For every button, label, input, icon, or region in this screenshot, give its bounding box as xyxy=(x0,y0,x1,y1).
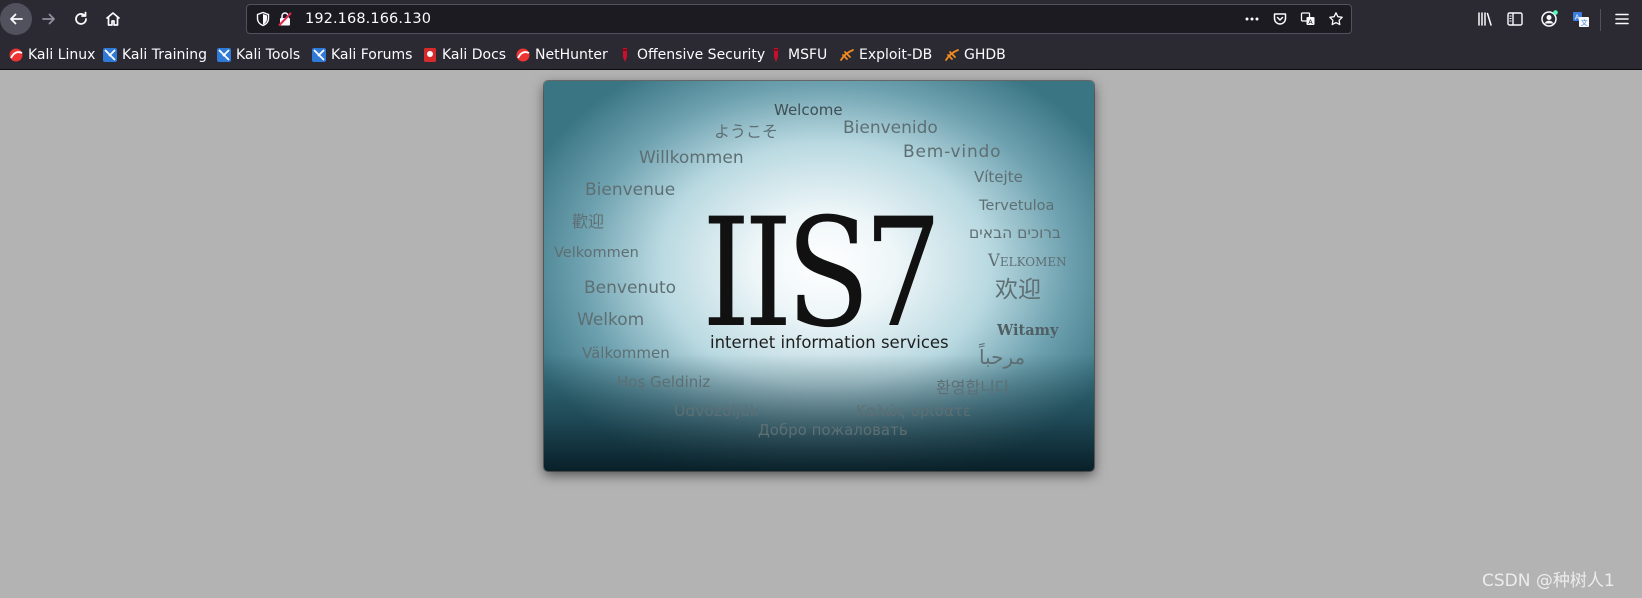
welcome-word: 歡迎 xyxy=(572,212,605,231)
bookmark-kali-forums[interactable]: Kali Forums xyxy=(311,46,412,64)
browser-toolbar: 192.168.166.130 A A文 xyxy=(0,0,1642,38)
library-icon xyxy=(1478,12,1492,26)
bookmark-nethunter[interactable]: NetHunter xyxy=(515,46,608,64)
pocket-icon[interactable] xyxy=(1272,11,1288,27)
reload-button[interactable] xyxy=(65,3,97,35)
welcome-word: ようこそ xyxy=(714,122,779,141)
bookmark-label: Kali Tools xyxy=(236,47,301,63)
nethunter-icon xyxy=(516,48,530,62)
bookmark-label: Kali Docs xyxy=(442,47,507,63)
kali-dragon-icon xyxy=(9,48,23,62)
bookmark-label: Exploit-DB xyxy=(859,47,933,63)
msfu-icon xyxy=(773,48,779,62)
csdn-watermark: CSDN @种树人1 xyxy=(1482,571,1615,591)
bookmark-kali-linux[interactable]: Kali Linux xyxy=(8,46,95,64)
bookmark-kali-tools[interactable]: Kali Tools xyxy=(216,46,300,64)
bookmark-star-icon[interactable] xyxy=(1328,11,1344,27)
welcome-word: 欢迎 xyxy=(995,277,1041,303)
home-button[interactable] xyxy=(97,3,129,35)
more-actions-icon[interactable] xyxy=(1244,11,1260,27)
exploit-db-icon xyxy=(840,49,854,61)
welcome-word: Benvenuto xyxy=(584,278,677,298)
back-icon xyxy=(10,13,23,25)
sidebar-icon xyxy=(1507,12,1523,26)
iis7-welcome-image[interactable]: Welcome ようこそ Bienvenido Willkommen Bem-v… xyxy=(544,81,1094,471)
welcome-word: 환영합니다 xyxy=(936,378,1010,397)
iis7-logo: IIS7 xyxy=(702,187,942,361)
bookmark-kali-docs[interactable]: Kali Docs xyxy=(422,46,506,64)
welcome-word: Tervetuloa xyxy=(979,198,1055,214)
svg-text:A: A xyxy=(1308,18,1313,26)
welcome-word: Hoş Geldiniz xyxy=(617,373,711,391)
bookmark-ghdb[interactable]: GHDB xyxy=(944,46,1006,64)
kali-training-icon xyxy=(103,48,117,62)
welcome-word: مرحباً xyxy=(979,345,1026,369)
welcome-word: Добро пожаловать xyxy=(758,421,908,439)
ghdb-icon xyxy=(945,49,959,61)
reload-icon xyxy=(75,11,87,25)
welcome-word: Witamy xyxy=(997,322,1059,339)
home-icon xyxy=(105,12,121,26)
bookmark-label: MSFU xyxy=(788,47,828,63)
welcome-word: Καλώς ορίσατε xyxy=(856,402,972,420)
bookmarks-toolbar: Kali Linux Kali Training Kali Tools Kali… xyxy=(0,38,1642,70)
offsec-icon xyxy=(622,48,628,62)
toolbar-divider xyxy=(1600,9,1601,31)
welcome-word: Üdvözöljük xyxy=(674,402,759,420)
welcome-word: Bem-vindo xyxy=(903,142,1002,162)
back-button[interactable] xyxy=(0,3,32,35)
welcome-word: Välkommen xyxy=(582,344,670,362)
welcome-word: Welcome xyxy=(774,101,843,119)
welcome-word: Velkomen xyxy=(988,251,1067,270)
bookmark-label: Kali Forums xyxy=(331,47,413,63)
bookmark-offensive-security[interactable]: Offensive Security xyxy=(617,46,765,64)
insecure-lock-icon[interactable] xyxy=(277,11,293,27)
translate-icon: A文 xyxy=(1573,12,1589,27)
kali-tools-icon xyxy=(217,48,231,62)
welcome-word: Bienvenido xyxy=(843,118,938,138)
bookmark-kali-training[interactable]: Kali Training xyxy=(102,46,207,64)
library-button[interactable] xyxy=(1476,10,1494,28)
iis-tagline: internet information services xyxy=(710,333,949,352)
kali-docs-icon xyxy=(424,48,436,62)
welcome-word: Welkom xyxy=(577,310,645,330)
forward-icon xyxy=(42,13,55,25)
bookmark-exploit-db[interactable]: Exploit-DB xyxy=(839,46,932,64)
welcome-word: Vítejte xyxy=(974,168,1023,186)
welcome-word: Bienvenue xyxy=(585,180,676,200)
sidebar-button[interactable] xyxy=(1506,10,1524,28)
menu-button[interactable] xyxy=(1613,10,1631,28)
kali-forums-icon xyxy=(312,48,326,62)
forward-button[interactable] xyxy=(33,3,65,35)
bookmark-label: Offensive Security xyxy=(637,47,766,63)
account-button[interactable] xyxy=(1540,10,1558,28)
bookmark-label: GHDB xyxy=(964,47,1006,63)
bookmark-msfu[interactable]: MSFU xyxy=(768,46,827,64)
shield-icon[interactable] xyxy=(255,11,271,27)
welcome-word: Willkommen xyxy=(639,148,744,168)
menu-icon xyxy=(1615,13,1629,25)
bookmark-label: Kali Linux xyxy=(28,47,96,63)
svg-text:文: 文 xyxy=(1581,18,1588,27)
translate-icon[interactable]: A xyxy=(1300,11,1316,27)
bookmark-label: NetHunter xyxy=(535,47,608,63)
welcome-word: Velkommen xyxy=(554,245,639,261)
bookmark-label: Kali Training xyxy=(122,47,207,63)
translate-extension-button[interactable]: A文 xyxy=(1572,10,1590,28)
url-text[interactable]: 192.168.166.130 xyxy=(305,11,431,27)
svg-text:A: A xyxy=(1575,13,1580,21)
account-icon xyxy=(1541,10,1558,27)
welcome-word: ברוכים הבאים xyxy=(969,224,1062,242)
url-bar[interactable]: 192.168.166.130 A xyxy=(246,4,1352,34)
